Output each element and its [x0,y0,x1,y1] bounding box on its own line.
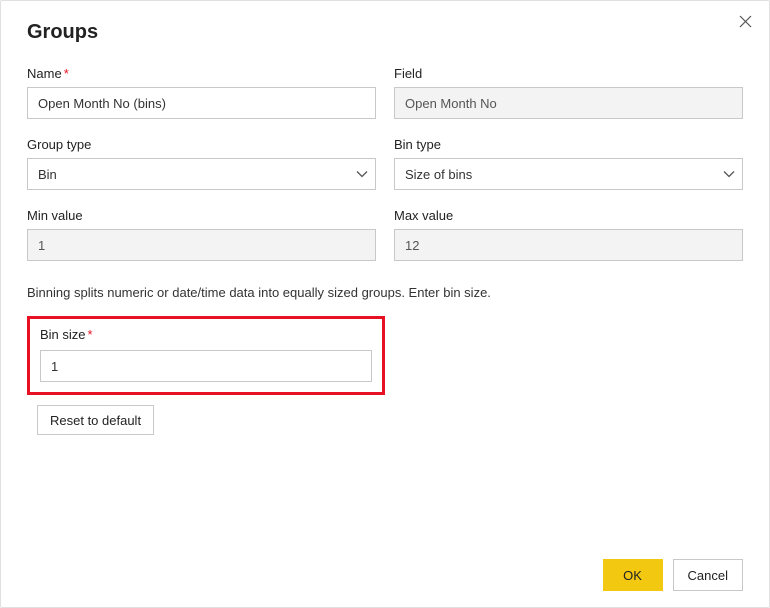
bin-type-field-group: Bin type Size of bins [394,137,743,190]
field-label: Field [394,66,743,81]
dialog-title: Groups [27,21,743,44]
name-input[interactable] [27,87,376,119]
name-field-group: Name* [27,66,376,119]
required-marker: * [64,66,69,81]
max-value-field-group: Max value [394,208,743,261]
help-text: Binning splits numeric or date/time data… [27,285,743,300]
close-button[interactable] [735,11,755,31]
field-input [394,87,743,119]
group-type-select[interactable]: Bin [27,158,376,190]
bin-size-input[interactable] [40,350,372,382]
max-value-label: Max value [394,208,743,223]
max-value-input [394,229,743,261]
reset-to-default-button[interactable]: Reset to default [37,405,154,435]
field-field-group: Field [394,66,743,119]
bin-size-highlight: Bin size* [27,316,385,395]
min-value-field-group: Min value [27,208,376,261]
ok-button[interactable]: OK [603,559,663,591]
name-label: Name* [27,66,376,81]
min-value-input [27,229,376,261]
group-type-field-group: Group type Bin [27,137,376,190]
group-type-label: Group type [27,137,376,152]
bin-size-label: Bin size* [40,327,372,342]
cancel-button[interactable]: Cancel [673,559,743,591]
groups-dialog: Groups Name* Field Group type Bin [1,1,769,607]
form-grid: Name* Field Group type Bin Bin type [27,66,743,261]
bin-type-label: Bin type [394,137,743,152]
close-icon [739,15,752,28]
required-marker: * [88,327,93,342]
dialog-footer: OK Cancel [27,549,743,591]
bin-type-select[interactable]: Size of bins [394,158,743,190]
min-value-label: Min value [27,208,376,223]
